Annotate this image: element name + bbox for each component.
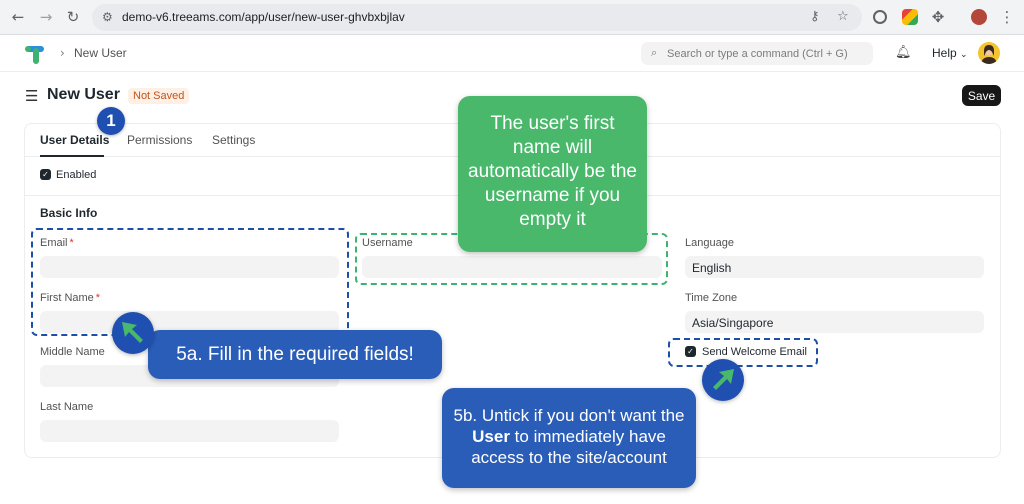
search-icon: ⌕ bbox=[651, 46, 658, 59]
page-title: New User bbox=[47, 86, 120, 103]
tab-user-details[interactable]: User Details bbox=[40, 133, 109, 147]
avatar[interactable] bbox=[978, 42, 1000, 64]
chevron-right-icon: › bbox=[60, 46, 65, 60]
app-header: › New User ⌕ 🔔︎ Help ⌄ bbox=[0, 36, 1024, 72]
language-select[interactable]: English bbox=[685, 256, 984, 278]
bookmark-star-icon[interactable]: ☆ bbox=[837, 9, 849, 24]
untick-tip-callout: 5b. Untick if you don't want the User to… bbox=[442, 388, 696, 488]
save-button[interactable]: Save bbox=[962, 85, 1001, 106]
pointer-arrow-icon bbox=[112, 312, 154, 354]
help-label: Help bbox=[932, 46, 957, 60]
untick-tip-text: 5b. Untick if you don't want the bbox=[453, 406, 685, 425]
required-fields-callout: 5a. Fill in the required fields! bbox=[148, 330, 442, 379]
tab-permissions[interactable]: Permissions bbox=[127, 133, 192, 147]
username-tip-callout: The user's first name will automatically… bbox=[458, 96, 647, 252]
step-number-badge: 1 bbox=[97, 107, 125, 135]
address-bar[interactable]: ⚙ demo-v6.treeams.com/app/user/new-user-… bbox=[92, 4, 862, 31]
colorful-extension-icon[interactable] bbox=[902, 9, 918, 25]
app-logo-icon[interactable] bbox=[24, 44, 46, 66]
last-name-field[interactable] bbox=[40, 420, 339, 442]
site-info-icon[interactable]: ⚙ bbox=[102, 10, 113, 24]
status-badge: Not Saved bbox=[128, 88, 190, 104]
chevron-down-icon: ⌄ bbox=[960, 50, 968, 60]
section-title-basic-info: Basic Info bbox=[40, 206, 98, 220]
breadcrumb[interactable]: New User bbox=[74, 46, 127, 60]
middle-name-label: Middle Name bbox=[40, 346, 105, 358]
profile-avatar-icon[interactable] bbox=[971, 9, 987, 25]
user-avatar-icon bbox=[981, 45, 997, 64]
search-input[interactable] bbox=[667, 45, 867, 62]
tab-settings[interactable]: Settings bbox=[212, 133, 255, 147]
url-text: demo-v6.treeams.com/app/user/new-user-gh… bbox=[122, 10, 405, 24]
pointer-arrow-icon bbox=[702, 359, 744, 401]
time-zone-select[interactable]: Asia/Singapore bbox=[685, 311, 984, 333]
menu-hamburger-icon[interactable]: ☰ bbox=[25, 87, 38, 105]
forward-arrow-icon[interactable]: → bbox=[36, 7, 56, 27]
enabled-checkbox[interactable]: ✓ bbox=[40, 169, 51, 180]
browser-toolbar: ← → ↻ ⚙ demo-v6.treeams.com/app/user/new… bbox=[0, 0, 1024, 35]
active-tab-indicator bbox=[40, 155, 104, 157]
search-bar[interactable]: ⌕ bbox=[641, 42, 873, 65]
reload-icon[interactable]: ↻ bbox=[63, 7, 83, 27]
time-zone-label: Time Zone bbox=[685, 292, 738, 304]
help-dropdown[interactable]: Help ⌄ bbox=[932, 46, 968, 60]
language-label: Language bbox=[685, 237, 734, 249]
extension-circle-icon[interactable] bbox=[873, 10, 887, 24]
untick-tip-emphasis: User bbox=[472, 427, 510, 446]
last-name-label: Last Name bbox=[40, 401, 94, 413]
welcome-email-highlight bbox=[668, 338, 818, 367]
enabled-label: Enabled bbox=[56, 169, 97, 181]
bell-notification-icon[interactable]: 🔔︎ bbox=[895, 45, 912, 60]
more-menu-icon[interactable]: ⋮ bbox=[997, 7, 1017, 27]
back-arrow-icon[interactable]: ← bbox=[8, 7, 28, 27]
password-key-icon[interactable]: ⚷ bbox=[810, 9, 820, 24]
puzzle-extensions-icon[interactable]: ✥ bbox=[928, 7, 948, 27]
required-fields-highlight bbox=[31, 228, 349, 336]
